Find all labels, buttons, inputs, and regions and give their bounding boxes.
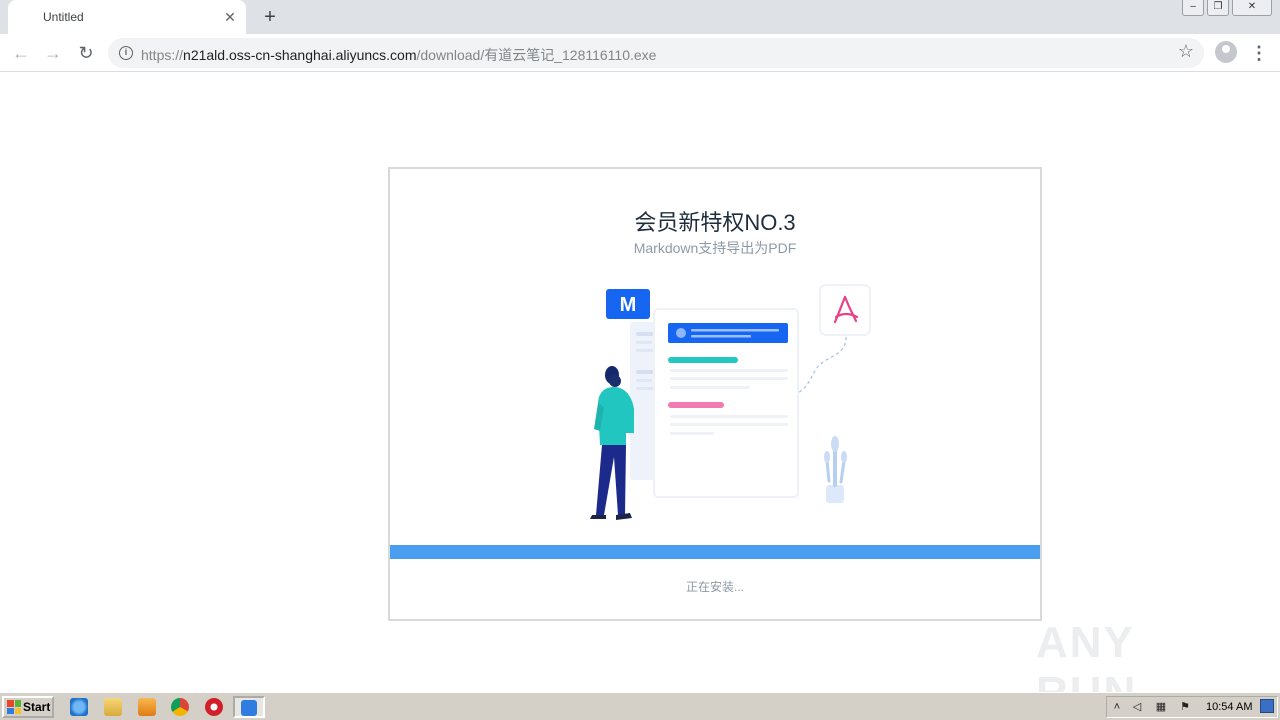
show-desktop-icon[interactable] [1260,699,1274,713]
taskbar-active-app[interactable] [233,696,265,718]
close-window-button[interactable]: ✕ [1232,0,1272,16]
tray-expand-icon[interactable]: ˄ [1110,701,1124,713]
minimize-button[interactable]: – [1182,0,1204,16]
install-status-text: 正在安装... [685,580,744,594]
kebab-menu-icon[interactable]: ⋮ [1250,41,1268,65]
action-center-flag-icon[interactable]: ⚑ [1178,701,1192,713]
anyrun-watermark: ANY RUN [1036,610,1236,717]
person-figure [590,366,634,520]
start-label: Start [23,700,51,714]
taskbar: Start ˄ ◁ ▦ ⚑ 10:54 AM [0,692,1280,720]
doc-pink-line [668,402,724,408]
media-player-icon[interactable] [138,698,156,716]
url-text[interactable]: https://n21ald.oss-cn-shanghai.aliyuncs.… [141,45,656,65]
browser-toolbar: ← → ↻ i https://n21ald.oss-cn-shanghai.a… [0,34,1280,72]
info-icon[interactable]: i [119,46,133,60]
doc-teal-line [668,357,738,363]
internet-explorer-icon[interactable] [70,698,88,716]
tab-untitled[interactable]: Untitled ✕ [8,0,246,34]
installer-subtitle: Markdown支持导出为PDF [633,240,797,256]
opera-icon[interactable] [205,698,223,716]
pdf-badge [819,284,871,336]
network-icon[interactable]: ▦ [1154,701,1168,713]
install-progress-bar [390,545,1040,559]
plant-decoration [824,436,847,503]
tab-strip: Untitled ✕ + – ❐ ✕ [0,0,1280,34]
url-scheme: https:// [141,47,184,63]
back-icon[interactable]: ← [9,41,33,65]
markdown-export-illustration: M [590,284,871,520]
window-controls: – ❐ ✕ [1182,0,1272,16]
installer-dialog: 会员新特权NO.3 Markdown支持导出为PDF M 正在安装... [388,167,1042,621]
chrome-icon[interactable] [171,698,189,716]
reload-icon[interactable]: ↻ [74,41,98,65]
file-explorer-icon[interactable] [104,698,122,716]
volume-icon[interactable]: ◁ [1130,701,1144,713]
new-tab-button[interactable]: + [258,6,282,28]
installer-title: 会员新特权NO.3 [634,210,796,235]
tab-title: Untitled [43,10,84,24]
start-button[interactable]: Start [2,696,54,718]
tab-close-icon[interactable]: ✕ [222,9,238,25]
taskbar-clock[interactable]: 10:54 AM [1206,701,1252,713]
install-progress-fill [390,545,1040,559]
windows-logo-icon [7,700,21,714]
profile-avatar-icon[interactable] [1215,41,1237,63]
connector-dotted-line [797,336,847,394]
bookmark-star-icon[interactable]: ☆ [1178,41,1194,62]
restore-button[interactable]: ❐ [1207,0,1229,16]
youdao-note-icon [241,700,257,716]
address-bar[interactable]: i https://n21ald.oss-cn-shanghai.aliyunc… [108,38,1204,68]
url-host: n21ald.oss-cn-shanghai.aliyuncs.com [183,47,417,63]
markdown-badge-letter: M [620,294,637,316]
forward-icon[interactable]: → [41,41,65,65]
url-path: /download/有道云笔记_128116110.exe [416,47,657,63]
